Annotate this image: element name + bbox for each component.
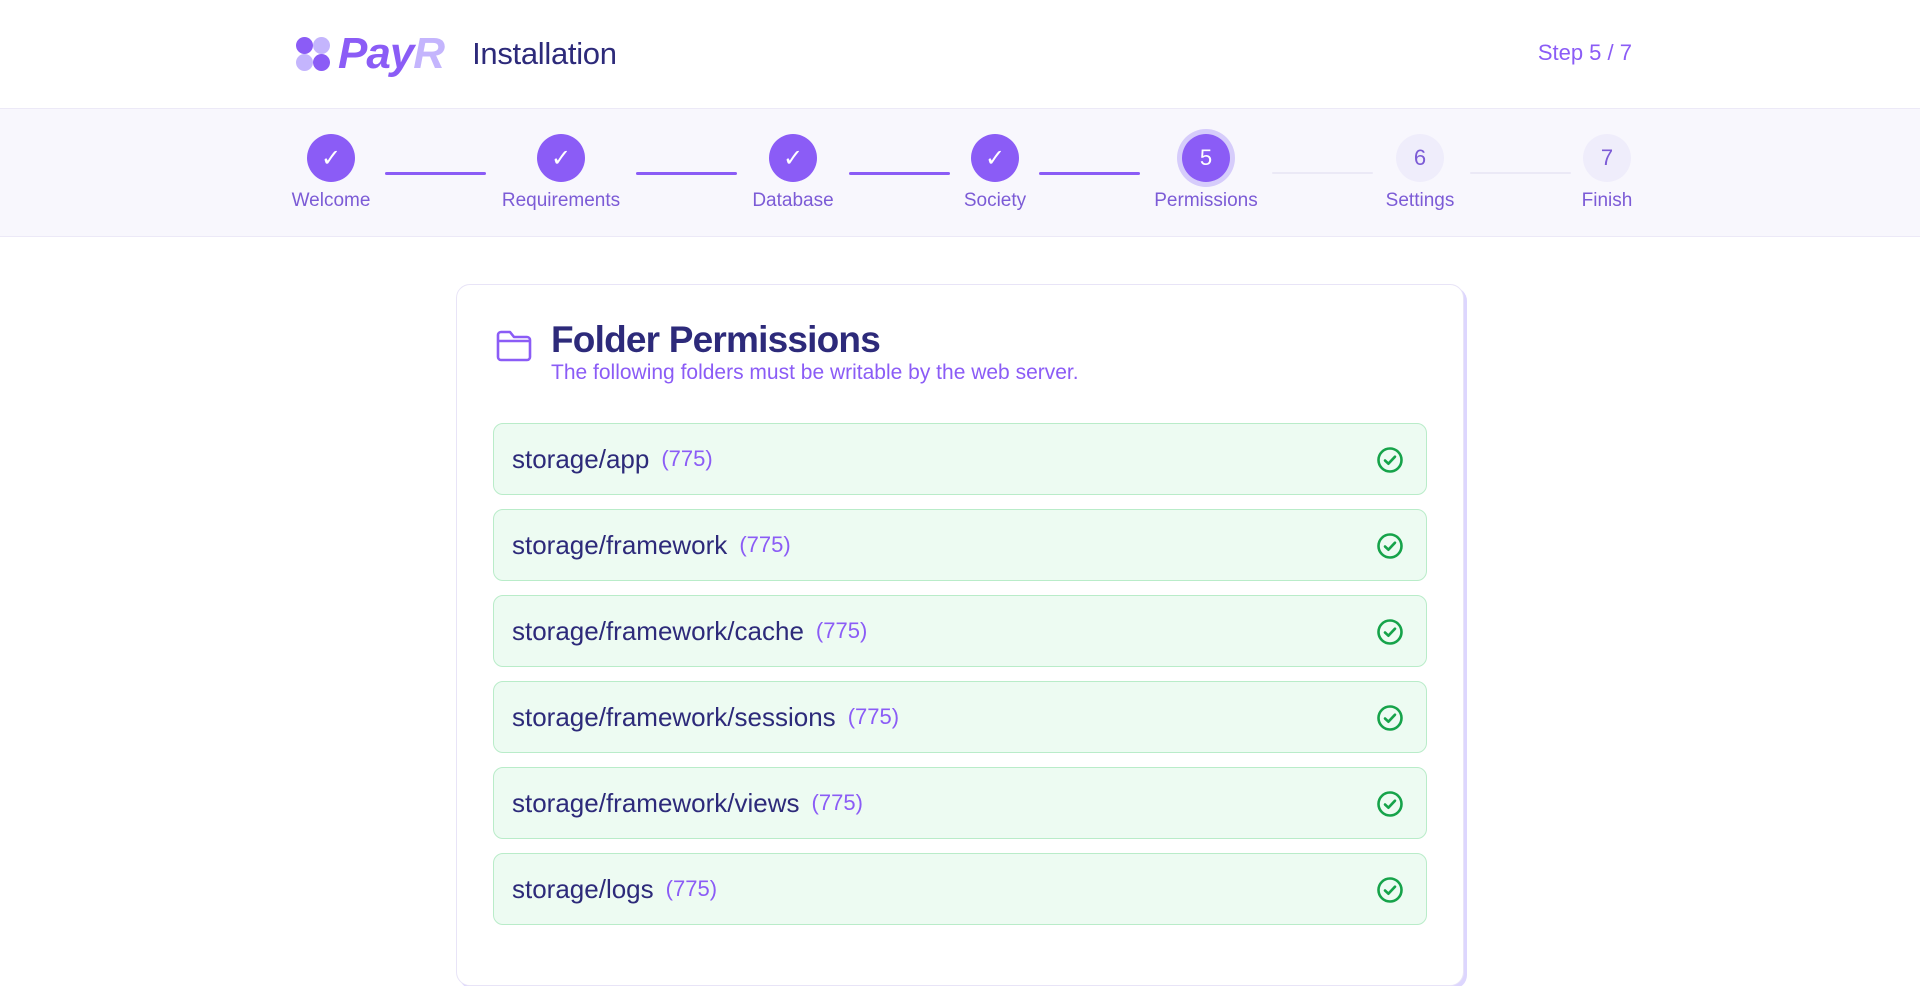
card-subtitle: The following folders must be writable b… [551, 361, 1079, 384]
step-finish: 7 Finish [1537, 134, 1677, 212]
folder-row: storage/framework/cache (775) [493, 595, 1427, 667]
step-connector [636, 172, 737, 175]
permissions-card: Folder Permissions The following folders… [456, 284, 1464, 986]
folder-row: storage/framework/sessions (775) [493, 681, 1427, 753]
check-circle-icon [1377, 619, 1403, 645]
step-label: Requirements [501, 190, 621, 211]
folder-permission: (775) [811, 790, 863, 815]
folder-row: storage/framework (775) [493, 509, 1427, 581]
step-number: 5 [1182, 134, 1230, 182]
logo-icon [296, 36, 332, 72]
step-permissions: 5 Permissions [1136, 134, 1276, 212]
logo-text-part2: R [413, 29, 445, 78]
step-number: 7 [1583, 134, 1631, 182]
check-circle-icon [1377, 447, 1403, 473]
step-society: ✓ Society [925, 134, 1065, 212]
progress-stepper: ✓ Welcome ✓ Requirements ✓ Database ✓ So… [0, 109, 1920, 237]
step-check-icon: ✓ [769, 134, 817, 182]
folder-permission: (775) [661, 446, 713, 471]
step-indicator: Step 5 / 7 [1537, 40, 1632, 65]
folder-path: storage/framework [512, 529, 728, 560]
brand: PayR Installation [296, 30, 617, 78]
step-number: 6 [1396, 134, 1444, 182]
folder-path: storage/framework/views [512, 787, 800, 818]
header: PayR Installation Step 5 / 7 [0, 0, 1920, 109]
check-circle-icon [1377, 533, 1403, 559]
folder-row: storage/logs (775) [493, 853, 1427, 925]
folder-permission: (775) [847, 704, 900, 729]
step-check-icon: ✓ [307, 134, 355, 182]
step-label: Welcome [291, 190, 371, 211]
step-label: Permissions [1154, 190, 1258, 211]
folder-path: storage/logs [512, 873, 654, 904]
folder-permission: (775) [665, 876, 718, 901]
step-label: Database [752, 190, 834, 211]
folder-icon [496, 330, 532, 362]
step-check-icon: ✓ [971, 134, 1019, 182]
check-circle-icon [1377, 705, 1403, 731]
folder-list: storage/app (775) storage/framework (775… [493, 423, 1427, 939]
step-welcome: ✓ Welcome [261, 134, 401, 212]
check-circle-icon [1377, 877, 1403, 903]
page-title: Installation [472, 36, 617, 71]
check-circle-icon [1377, 791, 1403, 817]
logo-text-part1: Pay [338, 29, 414, 78]
card-title: Folder Permissions [551, 319, 881, 360]
folder-row: storage/app (775) [493, 423, 1427, 495]
step-label: Settings [1385, 190, 1455, 211]
folder-row: storage/framework/views (775) [493, 767, 1427, 839]
step-label: Society [963, 190, 1027, 211]
step-check-icon: ✓ [537, 134, 585, 182]
folder-path: storage/framework/sessions [512, 701, 836, 732]
step-settings: 6 Settings [1350, 134, 1490, 212]
logo-text: PayR [338, 29, 445, 78]
step-database: ✓ Database [723, 134, 863, 212]
step-label: Finish [1581, 190, 1633, 211]
folder-path: storage/app [512, 443, 650, 474]
step-requirements: ✓ Requirements [491, 134, 631, 212]
card-header: Folder Permissions The following folders… [495, 319, 1079, 385]
folder-path: storage/framework/cache [512, 615, 804, 646]
folder-permission: (775) [739, 532, 791, 557]
folder-permission: (775) [815, 618, 868, 643]
